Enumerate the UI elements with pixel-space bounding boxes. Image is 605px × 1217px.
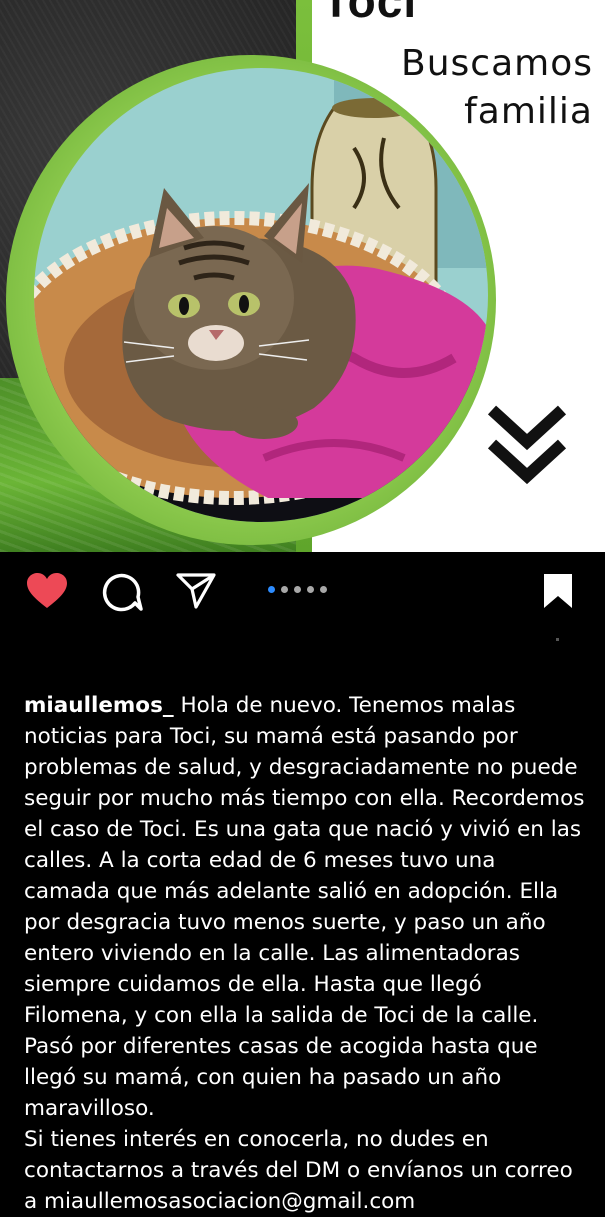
caption-paragraph-1: miaullemos_ Hola de nuevo. Tenemos malas… [24,690,586,1124]
cat-photo [34,68,488,522]
carousel-indicator [268,586,327,596]
username-link[interactable]: miaullemos_ [24,693,174,718]
caption-paragraph-2: Si tienes interés en conocerla, no dudes… [24,1127,573,1214]
cat-illustration [34,68,488,522]
post-caption: miaullemos_ Hola de nuevo. Tenemos malas… [24,690,586,1217]
subtitle-line-1: Buscamos [401,43,593,84]
carousel-dot [307,586,314,593]
cat-name-title: Toci [322,0,418,27]
caption-text: Hola de nuevo. Tenemos malas noticias pa… [24,693,585,1121]
carousel-dot [294,586,301,593]
chevron-double-down-icon [487,405,567,485]
carousel-dot-active [268,586,275,593]
divider-mark [556,638,559,641]
heart-icon[interactable] [26,572,68,610]
comment-icon[interactable] [101,572,143,612]
post-image[interactable]: Toci Buscamos familia [0,0,605,552]
carousel-dot [320,586,327,593]
carousel-dot [281,586,288,593]
bookmark-icon[interactable] [542,572,574,610]
send-icon[interactable] [175,572,217,610]
